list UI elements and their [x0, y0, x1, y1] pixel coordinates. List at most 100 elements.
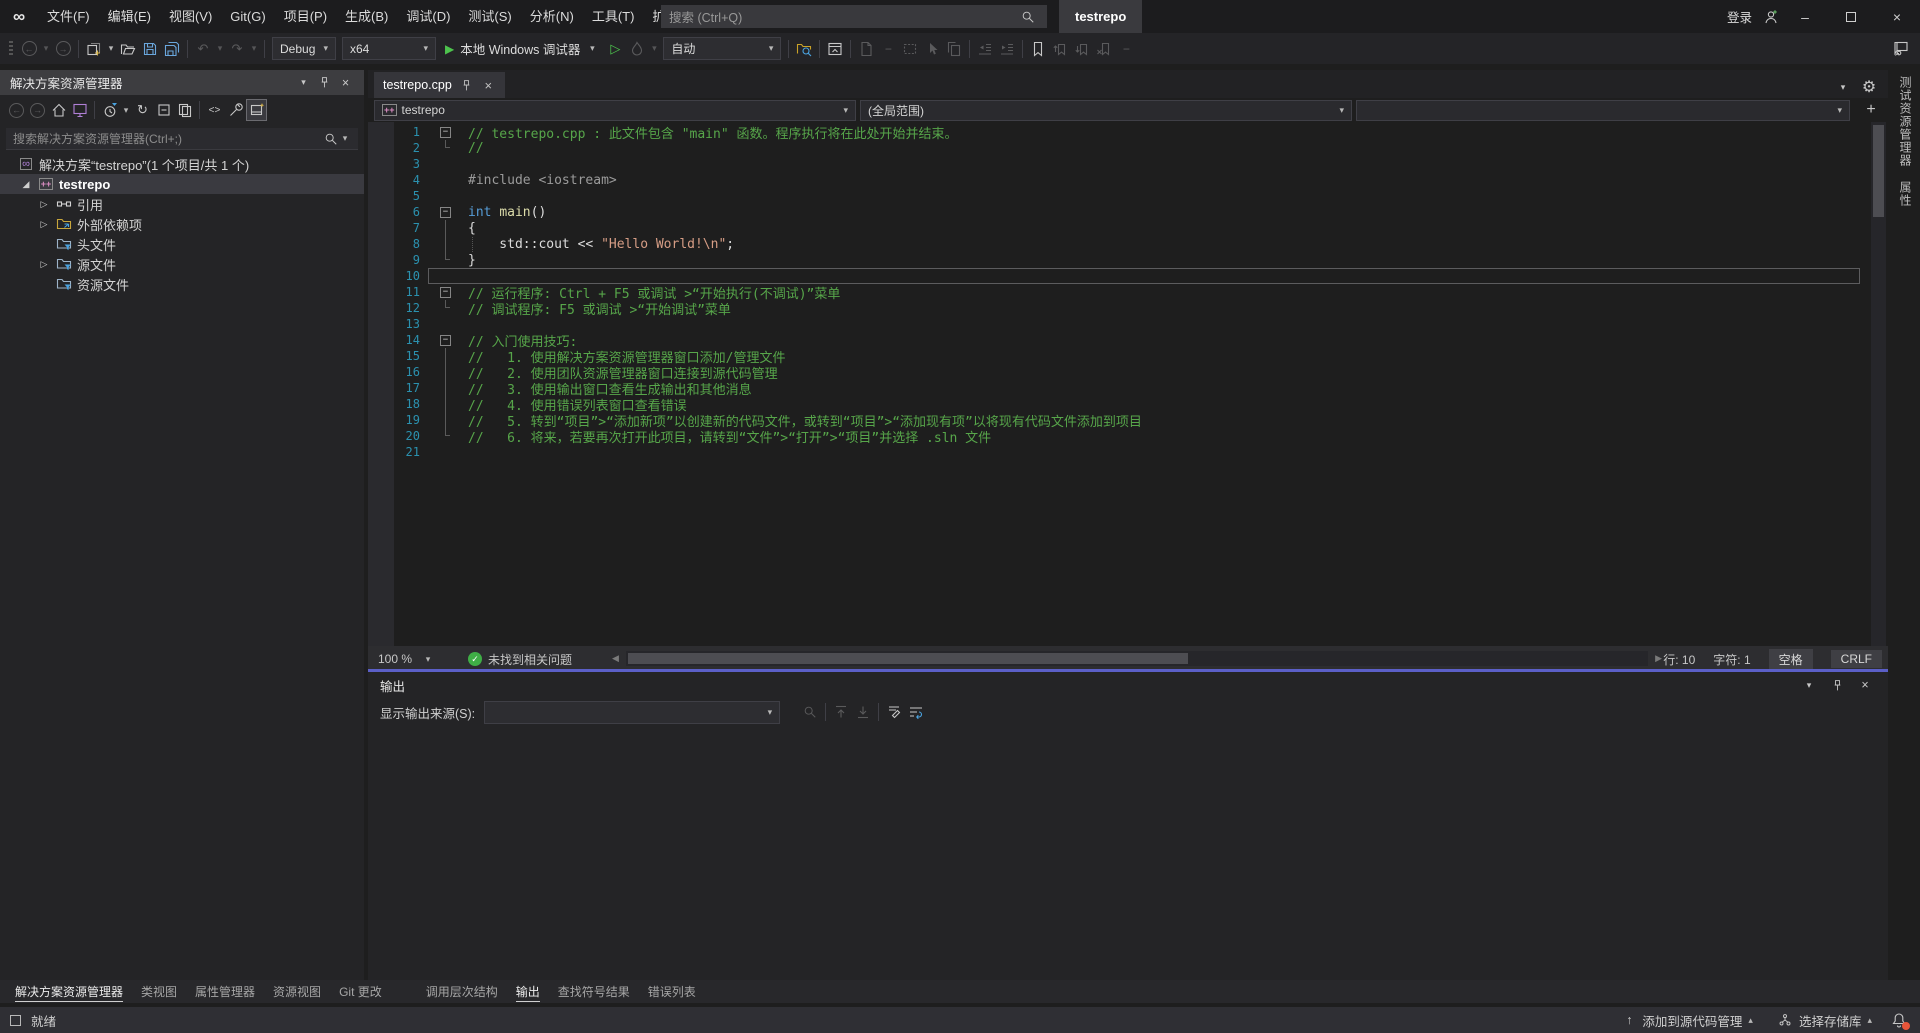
save-icon[interactable]: [139, 38, 161, 60]
sign-in-button[interactable]: 登录: [1727, 7, 1752, 26]
horizontal-scrollbar[interactable]: [626, 651, 1648, 666]
expander-icon[interactable]: ▷: [34, 219, 54, 230]
quick-search-box[interactable]: 搜索 (Ctrl+Q): [661, 5, 1047, 28]
collapse-all-icon[interactable]: [153, 99, 174, 121]
add-to-source-control-button[interactable]: ↑ 添加到源代码管理 ▴: [1614, 1011, 1761, 1030]
chevron-down-icon[interactable]: ▾: [105, 43, 117, 54]
tool-tab-类视图[interactable]: 类视图: [132, 981, 186, 1002]
pin-icon[interactable]: [316, 74, 333, 91]
code-line-2[interactable]: 2//: [368, 140, 1888, 156]
tool-tab-资源视图[interactable]: 资源视图: [264, 981, 330, 1002]
switch-views-icon[interactable]: [69, 99, 90, 121]
scroll-left-icon[interactable]: ◀: [612, 653, 619, 664]
menu-item[interactable]: 工具(T): [583, 0, 644, 33]
preview-icon[interactable]: [246, 99, 267, 121]
output-source-dropdown[interactable]: ▾: [484, 701, 780, 724]
indent-icon[interactable]: [996, 38, 1018, 60]
start-debugging-button[interactable]: ▶本地 Windows 调试器▾: [439, 37, 604, 61]
menu-item[interactable]: 编辑(E): [99, 0, 160, 33]
nav-back-icon[interactable]: ←: [18, 38, 40, 60]
pin-icon[interactable]: [459, 78, 474, 93]
plus-icon[interactable]: +: [1860, 99, 1882, 121]
code-line-20[interactable]: 20// 6. 将来，若要再次打开此项目，请转到“文件”>“打开”>“项目”并选…: [368, 428, 1888, 444]
home-icon[interactable]: [48, 99, 69, 121]
marquee-icon[interactable]: [899, 38, 921, 60]
chevron-down-icon[interactable]: ▾: [648, 43, 660, 54]
close-icon[interactable]: ×: [481, 78, 496, 93]
tree-item-头文件[interactable]: 头文件: [0, 234, 364, 254]
code-line-9[interactable]: 9}: [368, 252, 1888, 268]
goto-prev-message-icon[interactable]: [830, 701, 852, 723]
tool-tab-输出[interactable]: 输出: [507, 981, 549, 1002]
chevron-down-icon[interactable]: ▾: [295, 74, 312, 91]
whitespace-mode-button[interactable]: 空格: [1769, 649, 1813, 670]
chevron-down-icon[interactable]: ▾: [1798, 674, 1820, 696]
select-repository-button[interactable]: 选择存储库 ▴: [1769, 1011, 1880, 1030]
wrench-icon[interactable]: [225, 99, 246, 121]
platform-dropdown[interactable]: x64▾: [342, 37, 436, 60]
fold-collapse-icon[interactable]: −: [428, 332, 462, 348]
expander-icon[interactable]: ▷: [34, 199, 54, 210]
chevron-down-icon[interactable]: ▾: [339, 133, 351, 144]
redo-icon[interactable]: ↷: [226, 38, 248, 60]
send-feedback-icon[interactable]: [1890, 37, 1912, 59]
code-line-4[interactable]: 4#include <iostream>: [368, 172, 1888, 188]
scrollbar-thumb[interactable]: [628, 653, 1188, 664]
new-project-icon[interactable]: [83, 38, 105, 60]
find-message-icon[interactable]: [799, 701, 821, 723]
tab-testrepo-cpp[interactable]: testrepo.cpp ×: [374, 72, 505, 98]
fold-collapse-icon[interactable]: −: [428, 124, 462, 140]
notifications-bell-icon[interactable]: [1888, 1009, 1910, 1031]
nav-forward-icon[interactable]: →: [52, 38, 74, 60]
tree-item-引用[interactable]: ▷引用: [0, 194, 364, 214]
code-line-21[interactable]: 21: [368, 444, 1888, 460]
code-editor[interactable]: 1−// testrepo.cpp : 此文件包含 "main" 函数。程序执行…: [368, 122, 1888, 646]
document-health-indicator[interactable]: ✓ 未找到相关问题: [468, 651, 572, 668]
project-scope-dropdown[interactable]: ++ testrepo ▾: [374, 100, 856, 121]
menu-item[interactable]: 调试(D): [397, 0, 459, 33]
menu-item[interactable]: 文件(F): [38, 0, 99, 33]
tool-tab-调用层次结构[interactable]: 调用层次结构: [417, 981, 507, 1002]
play-outline-icon[interactable]: ▷: [604, 38, 626, 60]
maximize-button[interactable]: [1828, 0, 1874, 33]
navigate-window-icon[interactable]: [824, 38, 846, 60]
debug-config-dropdown[interactable]: Debug▾: [272, 37, 336, 60]
tool-tab-Git-更改[interactable]: Git 更改: [330, 981, 391, 1002]
output-content[interactable]: [368, 726, 1888, 954]
code-line-3[interactable]: 3: [368, 156, 1888, 172]
view-code-icon[interactable]: <>: [204, 99, 225, 121]
solution-explorer-header[interactable]: 解决方案资源管理器 ▾ ×: [0, 70, 364, 95]
code-line-7[interactable]: 7{: [368, 220, 1888, 236]
menu-item[interactable]: 项目(P): [275, 0, 336, 33]
bookmark-next-icon[interactable]: [1071, 38, 1093, 60]
scrollbar-thumb[interactable]: [1873, 125, 1884, 217]
pointer-icon[interactable]: [921, 38, 943, 60]
code-line-12[interactable]: 12// 调试程序: F5 或调试 >“开始调试”菜单: [368, 300, 1888, 316]
goto-next-message-icon[interactable]: [852, 701, 874, 723]
fold-collapse-icon[interactable]: −: [428, 204, 462, 220]
chevron-down-icon[interactable]: ▾: [40, 43, 52, 54]
chevron-down-icon[interactable]: ▾: [214, 43, 226, 54]
fold-collapse-icon[interactable]: −: [428, 284, 462, 300]
menu-item[interactable]: 生成(B): [336, 0, 397, 33]
menu-item[interactable]: 分析(N): [521, 0, 583, 33]
show-all-files-icon[interactable]: [174, 99, 195, 121]
member-scope-dropdown[interactable]: ▾: [1356, 100, 1850, 121]
refresh-icon[interactable]: ↻: [132, 99, 153, 121]
menu-item[interactable]: 测试(S): [459, 0, 520, 33]
tree-item-源文件[interactable]: ▷源文件: [0, 254, 364, 274]
menu-item[interactable]: 视图(V): [160, 0, 221, 33]
line-ending-button[interactable]: CRLF: [1831, 650, 1882, 668]
vertical-scrollbar[interactable]: [1871, 122, 1886, 646]
solution-name-badge[interactable]: testrepo: [1059, 0, 1142, 33]
minus-icon[interactable]: −: [1115, 38, 1137, 60]
zoom-dropdown[interactable]: 100 % ▾: [368, 652, 444, 666]
close-button[interactable]: ×: [1874, 0, 1920, 33]
tool-tab-错误列表[interactable]: 错误列表: [639, 981, 705, 1002]
outdent-icon[interactable]: [974, 38, 996, 60]
word-wrap-icon[interactable]: [905, 701, 927, 723]
background-task-icon[interactable]: [10, 1015, 21, 1026]
save-all-icon[interactable]: [161, 38, 183, 60]
menu-item[interactable]: Git(G): [221, 0, 274, 33]
expander-icon[interactable]: ◢: [16, 179, 36, 190]
